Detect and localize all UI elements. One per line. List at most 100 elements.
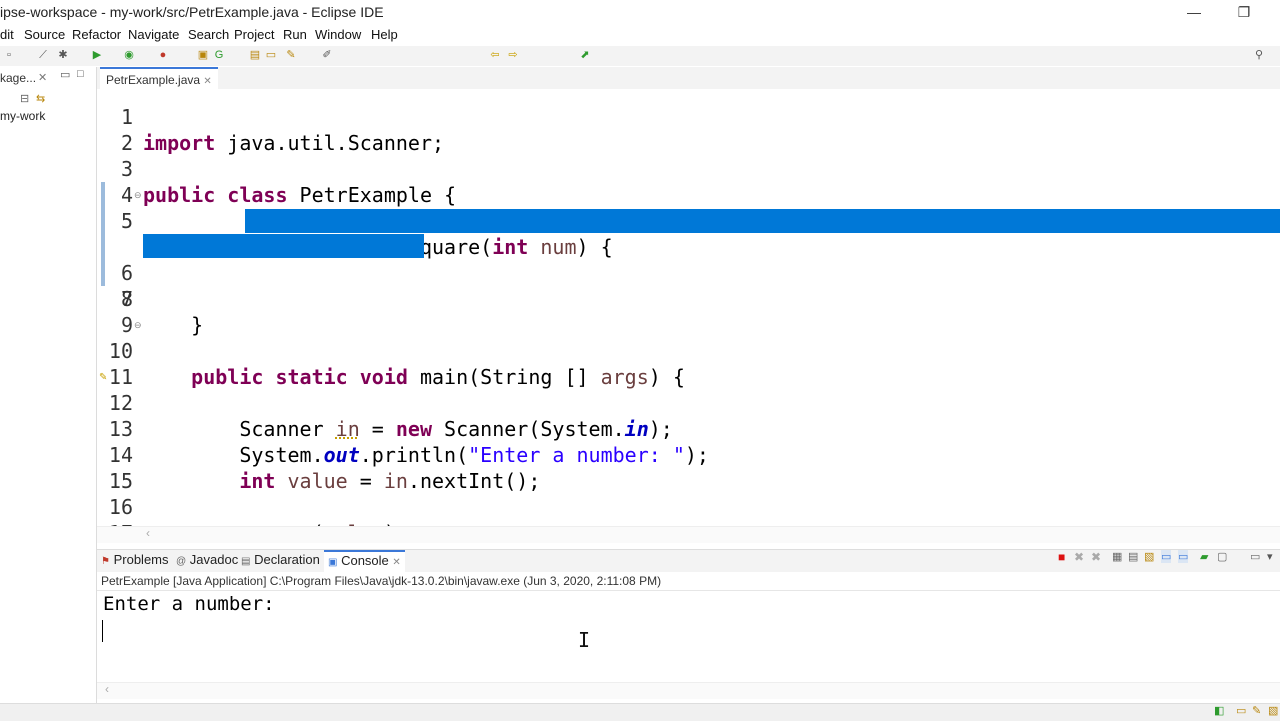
package-explorer-tab[interactable]: kage...	[0, 71, 36, 85]
selection-highlight	[245, 209, 1280, 233]
code-editor[interactable]: 1 import java.util.Scanner; 2 3 public c…	[97, 89, 1280, 526]
menu-edit[interactable]: dit	[0, 27, 14, 42]
menu-project[interactable]: Project	[234, 27, 274, 42]
run-icon[interactable]: ▶	[90, 48, 104, 62]
link-editor-icon[interactable]: ⇆	[36, 92, 45, 105]
editor-tab-label: PetrExample.java	[106, 73, 201, 87]
show-stderr-icon[interactable]: ▭	[1178, 550, 1189, 563]
menu-search[interactable]: Search	[188, 27, 229, 42]
code-line-11: 11	[97, 338, 1280, 389]
editor-tab-bar	[97, 67, 1280, 90]
minimize-icon[interactable]: ▭	[60, 68, 70, 81]
view-menu-icon[interactable]: ▾	[1267, 550, 1273, 563]
annotation-icon[interactable]: ✐	[320, 48, 334, 62]
code-line-1: 1 import java.util.Scanner;	[97, 89, 1280, 155]
console-output-text: Enter a number:	[103, 593, 275, 615]
close-icon[interactable]: ✕	[203, 76, 211, 87]
terminate-icon[interactable]: ■	[1058, 550, 1065, 564]
display-console-icon[interactable]: ▢	[1217, 550, 1227, 563]
code-line-7: 7 return result;	[97, 234, 1280, 337]
external-tools-icon[interactable]: ●	[156, 48, 170, 62]
scroll-lock-icon[interactable]: ▤	[1128, 550, 1138, 563]
scroll-left-icon[interactable]: ‹	[146, 526, 150, 540]
back-icon[interactable]: ⇦	[488, 48, 502, 62]
problems-icon: ⚑	[101, 556, 110, 567]
fold-icon[interactable]: ⊖	[134, 190, 142, 201]
tab-console[interactable]: ▣ Console ✕	[324, 550, 405, 572]
code-line-8: 8 }	[97, 260, 1280, 337]
show-stdout-icon[interactable]: ▭	[1161, 550, 1172, 563]
open-perspective-icon[interactable]: ⬈	[578, 48, 592, 62]
open-type-icon[interactable]: ▤	[248, 48, 262, 62]
menu-navigate[interactable]: Navigate	[128, 27, 179, 42]
menu-source[interactable]: Source	[24, 27, 65, 42]
tab-javadoc[interactable]: @ Javadoc	[176, 552, 238, 567]
maximize-icon[interactable]: □	[77, 68, 84, 80]
coverage-icon[interactable]: ◉	[122, 48, 136, 62]
debug-icon[interactable]: ✱	[56, 48, 70, 62]
open-console-icon[interactable]: ▭	[1250, 550, 1260, 563]
project-item[interactable]: my-work	[0, 109, 45, 123]
save-icon[interactable]: ▫	[2, 48, 16, 62]
code-line-15: 15	[97, 442, 1280, 493]
code-line-16: 16 square(value);	[97, 468, 1280, 526]
tab-declaration-label: Declaration	[254, 552, 320, 567]
restore-button[interactable]: ❐	[1224, 2, 1264, 22]
scroll-left-icon[interactable]: ‹	[105, 682, 109, 696]
status-icon[interactable]: ◧	[1214, 704, 1224, 717]
tab-console-label: Console	[341, 553, 389, 568]
close-icon[interactable]: ✕	[392, 557, 400, 568]
console-horizontal-scrollbar[interactable]	[97, 682, 1280, 699]
tab-javadoc-label: Javadoc	[189, 552, 239, 567]
status-bar	[0, 703, 1280, 721]
collapse-all-icon[interactable]: ⊟	[20, 92, 29, 105]
code-line-6: 6 int result= num*num;	[97, 208, 1280, 311]
code-line-3: 3 public class PetrExample {	[97, 130, 1280, 207]
main-toolbar	[0, 46, 1280, 66]
menu-run[interactable]: Run	[283, 27, 307, 42]
status-icon[interactable]: ✎	[1252, 704, 1261, 717]
code-line-4: 4	[97, 156, 1280, 207]
tab-problems-label: Problems	[113, 552, 169, 567]
console-launch-label: PetrExample [Java Application] C:\Progra…	[101, 574, 662, 588]
remove-launch-icon[interactable]: ✖	[1074, 550, 1084, 564]
search-tool-icon[interactable]: ✎	[284, 48, 298, 62]
skip-breakpoints-icon[interactable]: ⟋	[36, 48, 50, 62]
clear-console-icon[interactable]: ▦	[1112, 550, 1122, 563]
new-java-project-icon[interactable]: ▣	[196, 48, 210, 62]
new-class-icon[interactable]: G	[212, 48, 226, 62]
package-explorer	[0, 67, 97, 707]
javadoc-icon: @	[176, 556, 187, 567]
code-line-2: 2	[97, 104, 1280, 155]
minimize-button[interactable]: —	[1174, 2, 1214, 22]
code-line-9: 9	[97, 286, 1280, 337]
remove-all-icon[interactable]: ✖	[1091, 550, 1101, 564]
editor-horizontal-scrollbar[interactable]	[97, 526, 1280, 543]
forward-icon[interactable]: ⇨	[506, 48, 520, 62]
ibeam-cursor-icon: I	[578, 628, 591, 652]
status-icon[interactable]: ▭	[1236, 704, 1246, 717]
tab-declaration[interactable]: ▤ Declaration	[241, 552, 320, 567]
tab-problems[interactable]: ⚑ Problems	[101, 552, 169, 567]
code-line-13: 13 System.out.println("Enter a number: "…	[97, 390, 1280, 467]
code-line-12: 12 Scanner in = new Scanner(System.in);	[97, 364, 1280, 441]
code-line-14: 14 int value = in.nextInt();	[97, 416, 1280, 493]
menu-refactor[interactable]: Refactor	[72, 27, 121, 42]
console-icon: ▣	[328, 557, 338, 568]
search-icon[interactable]: ⚲	[1252, 48, 1266, 62]
warning-icon[interactable]: ✎	[99, 372, 107, 383]
word-wrap-icon[interactable]: ▧	[1144, 550, 1154, 563]
code-line-17: 17	[97, 494, 1280, 526]
selection-highlight	[143, 234, 424, 258]
menu-window[interactable]: Window	[315, 27, 361, 42]
declaration-icon: ▤	[241, 556, 251, 567]
close-icon[interactable]: ✕	[38, 71, 47, 84]
fold-icon[interactable]: ⊖	[134, 320, 142, 331]
text-caret	[102, 620, 103, 642]
code-line-5: 5 public static int square(int num) {	[97, 182, 1280, 259]
menu-help[interactable]: Help	[371, 27, 398, 42]
pin-console-icon[interactable]: ▰	[1200, 550, 1208, 563]
editor-tab[interactable]: PetrExample.java ✕	[100, 67, 218, 89]
status-icon[interactable]: ▧	[1268, 704, 1278, 717]
open-folder-icon[interactable]: ▭	[264, 48, 278, 62]
